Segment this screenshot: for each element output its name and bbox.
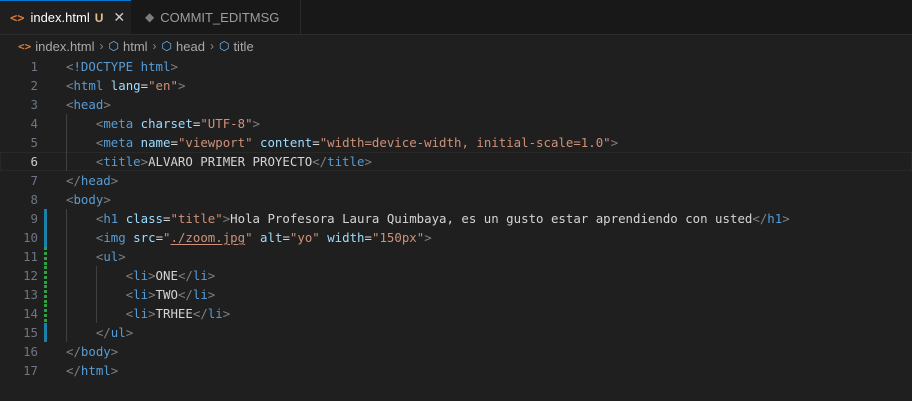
- line-number: 3: [30, 97, 38, 112]
- code-text: <li>TWO</li>: [38, 285, 215, 304]
- line-number: 13: [23, 287, 38, 302]
- tab-label: COMMIT_EDITMSG: [160, 9, 280, 25]
- code-line[interactable]: 12 <li>ONE</li>: [0, 266, 912, 285]
- code-text: </html>: [66, 363, 119, 378]
- code-text: <!DOCTYPE html>: [66, 59, 178, 74]
- code-line[interactable]: 15 </ul>: [0, 323, 912, 342]
- breadcrumb: <> index.html › ⬡ html › ⬡ head › ⬡ titl…: [0, 35, 912, 57]
- code-line[interactable]: 3 <head>: [0, 95, 912, 114]
- line-number: 4: [30, 116, 38, 131]
- code-text: <li>ONE</li>: [38, 266, 215, 285]
- chevron-right-icon: ›: [99, 39, 104, 53]
- line-number: 16: [23, 344, 38, 359]
- line-number: 5: [30, 135, 38, 150]
- line-number: 8: [30, 192, 38, 207]
- line-number: 17: [23, 363, 38, 378]
- code-line[interactable]: 14 <li>TRHEE</li>: [0, 304, 912, 323]
- tab-commit-editmsg[interactable]: ◆ COMMIT_EDITMSG: [131, 0, 301, 34]
- code-line[interactable]: 9 <h1 class="title">Hola Profesora Laura…: [0, 209, 912, 228]
- code-line[interactable]: 2 <html lang="en">: [0, 76, 912, 95]
- code-text: </ul>: [38, 323, 133, 342]
- breadcrumb-item-html[interactable]: ⬡ html: [109, 39, 148, 54]
- untracked-badge: U: [94, 10, 104, 25]
- symbol-element-icon: ⬡: [108, 39, 119, 53]
- line-number: 1: [30, 59, 38, 74]
- code-text: </body>: [66, 344, 119, 359]
- breadcrumb-label: index.html: [35, 38, 95, 54]
- line-number: 14: [23, 306, 38, 321]
- close-icon[interactable]: ✕: [113, 9, 125, 26]
- code-line[interactable]: 13 <li>TWO</li>: [0, 285, 912, 304]
- code-text: <img src="./zoom.jpg" alt="yo" width="15…: [38, 228, 432, 247]
- breadcrumb-item-file[interactable]: <> index.html: [18, 39, 95, 54]
- symbol-element-icon: ⬡: [218, 39, 230, 53]
- breadcrumb-label: head: [176, 38, 205, 54]
- code-text: </head>: [66, 173, 119, 188]
- breadcrumb-label: title: [233, 38, 254, 54]
- line-number: 11: [23, 249, 38, 264]
- code-text: <ul>: [38, 247, 126, 266]
- code-line[interactable]: 8 <body>: [0, 190, 912, 209]
- editor-tab-bar: <> index.html U ✕ ◆ COMMIT_EDITMSG: [0, 0, 912, 35]
- code-text: <meta name="viewport" content="width=dev…: [38, 133, 618, 152]
- line-number: 6: [30, 154, 38, 169]
- line-number: 2: [30, 78, 38, 93]
- code-line[interactable]: 11 <ul>: [0, 247, 912, 266]
- code-line[interactable]: 7 </head>: [0, 171, 912, 190]
- tab-label: index.html: [30, 10, 90, 25]
- code-line[interactable]: 5 <meta name="viewport" content="width=d…: [0, 133, 912, 152]
- chevron-right-icon: ›: [209, 39, 214, 53]
- html-file-icon: <>: [18, 39, 32, 53]
- code-line[interactable]: 16 </body>: [0, 342, 912, 361]
- code-line[interactable]: 1 <!DOCTYPE html>: [0, 57, 912, 76]
- tab-index-html[interactable]: <> index.html U ✕: [0, 0, 131, 34]
- line-number: 7: [30, 173, 38, 188]
- line-number: 12: [23, 268, 38, 283]
- code-line[interactable]: 17 </html>: [0, 361, 912, 380]
- git-commit-file-icon: ◆: [145, 10, 155, 24]
- code-text: <li>TRHEE</li>: [38, 304, 230, 323]
- code-text: <h1 class="title">Hola Profesora Laura Q…: [38, 209, 790, 228]
- line-number: 10: [23, 230, 38, 245]
- code-editor[interactable]: 1 <!DOCTYPE html> 2 <html lang="en"> 3 <head>…: [0, 57, 912, 380]
- code-text: <body>: [66, 192, 111, 207]
- breadcrumb-item-title[interactable]: ⬡ title: [219, 39, 254, 54]
- breadcrumb-label: html: [122, 38, 148, 54]
- code-line[interactable]: 6 <title>ALVARO PRIMER PROYECTO</title>: [0, 152, 912, 171]
- code-text: <title>ALVARO PRIMER PROYECTO</title>: [38, 152, 372, 171]
- chevron-right-icon: ›: [152, 39, 157, 53]
- code-text: <meta charset="UTF-8">: [38, 114, 260, 133]
- breadcrumb-item-head[interactable]: ⬡ head: [162, 39, 205, 54]
- code-line[interactable]: 4 <meta charset="UTF-8">: [0, 114, 912, 133]
- line-number: 9: [30, 211, 38, 226]
- code-text: <html lang="en">: [66, 78, 186, 93]
- line-number: 15: [23, 325, 38, 340]
- code-line[interactable]: 10 <img src="./zoom.jpg" alt="yo" width=…: [0, 228, 912, 247]
- html-file-icon: <>: [10, 10, 25, 25]
- code-text: <head>: [66, 97, 111, 112]
- symbol-element-icon: ⬡: [161, 39, 173, 53]
